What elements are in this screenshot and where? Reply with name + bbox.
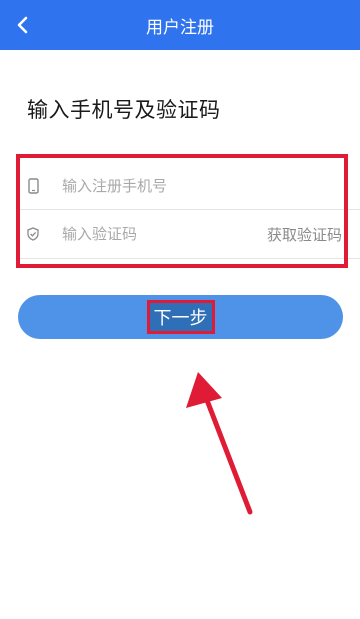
- code-field-row: 获取验证码: [16, 210, 348, 258]
- phone-field-row: [16, 162, 348, 210]
- next-step-button[interactable]: 下一步: [18, 295, 343, 339]
- field-divider: [16, 258, 360, 259]
- shield-check-icon: [26, 226, 40, 242]
- phone-input[interactable]: [62, 171, 252, 201]
- app-header: 用户注册: [0, 0, 360, 50]
- page-heading: 输入手机号及验证码: [27, 98, 221, 122]
- chevron-left-icon: [17, 16, 28, 34]
- header-title: 用户注册: [146, 17, 214, 38]
- registration-form: 获取验证码: [16, 154, 360, 268]
- back-button[interactable]: [8, 10, 38, 40]
- phone-icon: [26, 178, 40, 194]
- get-code-button[interactable]: 获取验证码: [267, 224, 342, 245]
- verification-code-input[interactable]: [62, 219, 252, 249]
- next-step-label: 下一步: [146, 300, 215, 334]
